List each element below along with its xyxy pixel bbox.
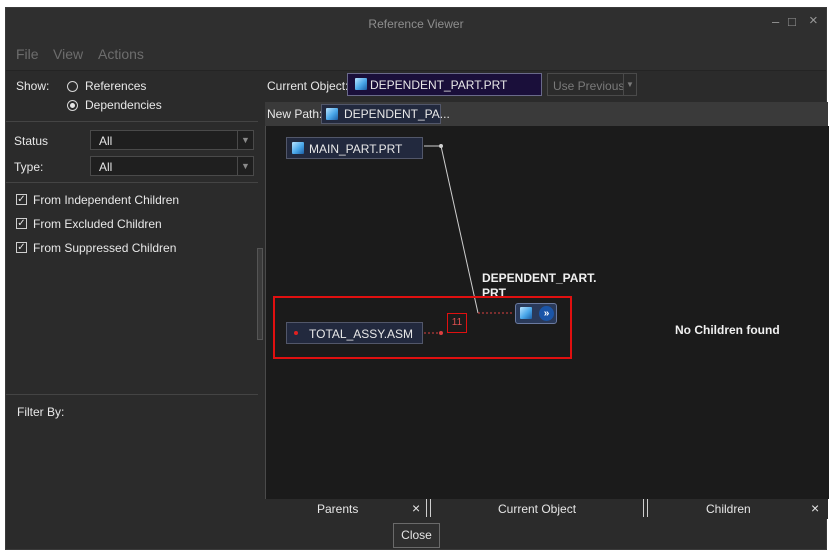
divider [6, 121, 258, 122]
current-object-value: DEPENDENT_PART.PRT [370, 78, 508, 92]
type-select[interactable]: All ▼ [90, 156, 254, 176]
status-label: Status [14, 134, 49, 148]
divider [6, 182, 258, 183]
part-icon [292, 142, 304, 154]
close-icon[interactable]: × [809, 12, 818, 29]
splitter-icon[interactable] [426, 499, 431, 517]
chevron-down-icon: ▼ [237, 157, 253, 175]
current-object-label: Current Object: [267, 79, 349, 93]
node-label: MAIN_PART.PRT [309, 142, 403, 156]
type-label: Type: [14, 160, 44, 174]
new-path-bar: New Path: DEPENDENT_PA... [265, 102, 828, 126]
title-bar: Reference Viewer – □ × [6, 8, 826, 38]
menu-file[interactable]: File [16, 46, 39, 62]
part-icon [355, 78, 367, 90]
close-button[interactable]: Close [393, 523, 440, 548]
highlight-box [273, 296, 572, 359]
maximize-icon[interactable]: □ [788, 14, 796, 29]
check-suppressed[interactable]: ✓ [16, 242, 27, 253]
divider [6, 394, 258, 395]
no-children-message: No Children found [675, 323, 780, 337]
check-independent[interactable]: ✓ [16, 194, 27, 205]
tab-parents[interactable]: Parents [317, 502, 358, 516]
status-value: All [99, 134, 113, 148]
minimize-icon[interactable]: – [772, 14, 779, 29]
radio-dependencies-label[interactable]: Dependencies [85, 98, 162, 112]
new-path-chip[interactable]: DEPENDENT_PA... [321, 104, 450, 124]
part-icon [326, 108, 338, 120]
bottom-tab-bar: Parents × Current Object Children × [265, 499, 828, 519]
status-select[interactable]: All ▼ [90, 130, 254, 150]
check-excluded-label[interactable]: From Excluded Children [33, 217, 162, 231]
window-title: Reference Viewer [368, 17, 464, 31]
reference-viewer-window: Reference Viewer – □ × File View Actions… [5, 7, 829, 550]
node-main-part[interactable]: MAIN_PART.PRT [286, 137, 423, 159]
chevron-down-icon: ▼ [237, 131, 253, 149]
new-path-value: DEPENDENT_PA... [344, 107, 450, 121]
check-independent-label[interactable]: From Independent Children [33, 193, 179, 207]
connector-dot [439, 144, 443, 148]
check-suppressed-label[interactable]: From Suppressed Children [33, 241, 176, 255]
menu-bar: File View Actions [6, 38, 826, 71]
tab-children[interactable]: Children [706, 502, 751, 516]
radio-references[interactable] [67, 81, 78, 92]
filter-by-label: Filter By: [17, 405, 65, 419]
connector-line [440, 145, 479, 314]
show-label: Show: [16, 79, 50, 93]
radio-dependencies[interactable] [67, 100, 78, 111]
splitter-handle[interactable] [257, 248, 263, 340]
use-previous-label: Use Previous [553, 79, 625, 93]
tab-current-object[interactable]: Current Object [498, 502, 576, 516]
close-icon[interactable]: × [412, 500, 420, 516]
menu-actions[interactable]: Actions [98, 46, 144, 62]
menu-view[interactable]: View [53, 46, 83, 62]
radio-references-label[interactable]: References [85, 79, 146, 93]
use-previous-dropdown[interactable]: Use Previous ▼ [547, 73, 637, 96]
splitter-icon[interactable] [643, 499, 648, 517]
new-path-label: New Path: [267, 107, 323, 121]
current-object-node-label: DEPENDENT_PART. [482, 271, 597, 285]
close-icon[interactable]: × [811, 500, 819, 516]
current-object-field[interactable]: DEPENDENT_PART.PRT [347, 73, 542, 96]
type-value: All [99, 160, 113, 174]
chevron-down-icon: ▼ [623, 74, 636, 95]
check-excluded[interactable]: ✓ [16, 218, 27, 229]
